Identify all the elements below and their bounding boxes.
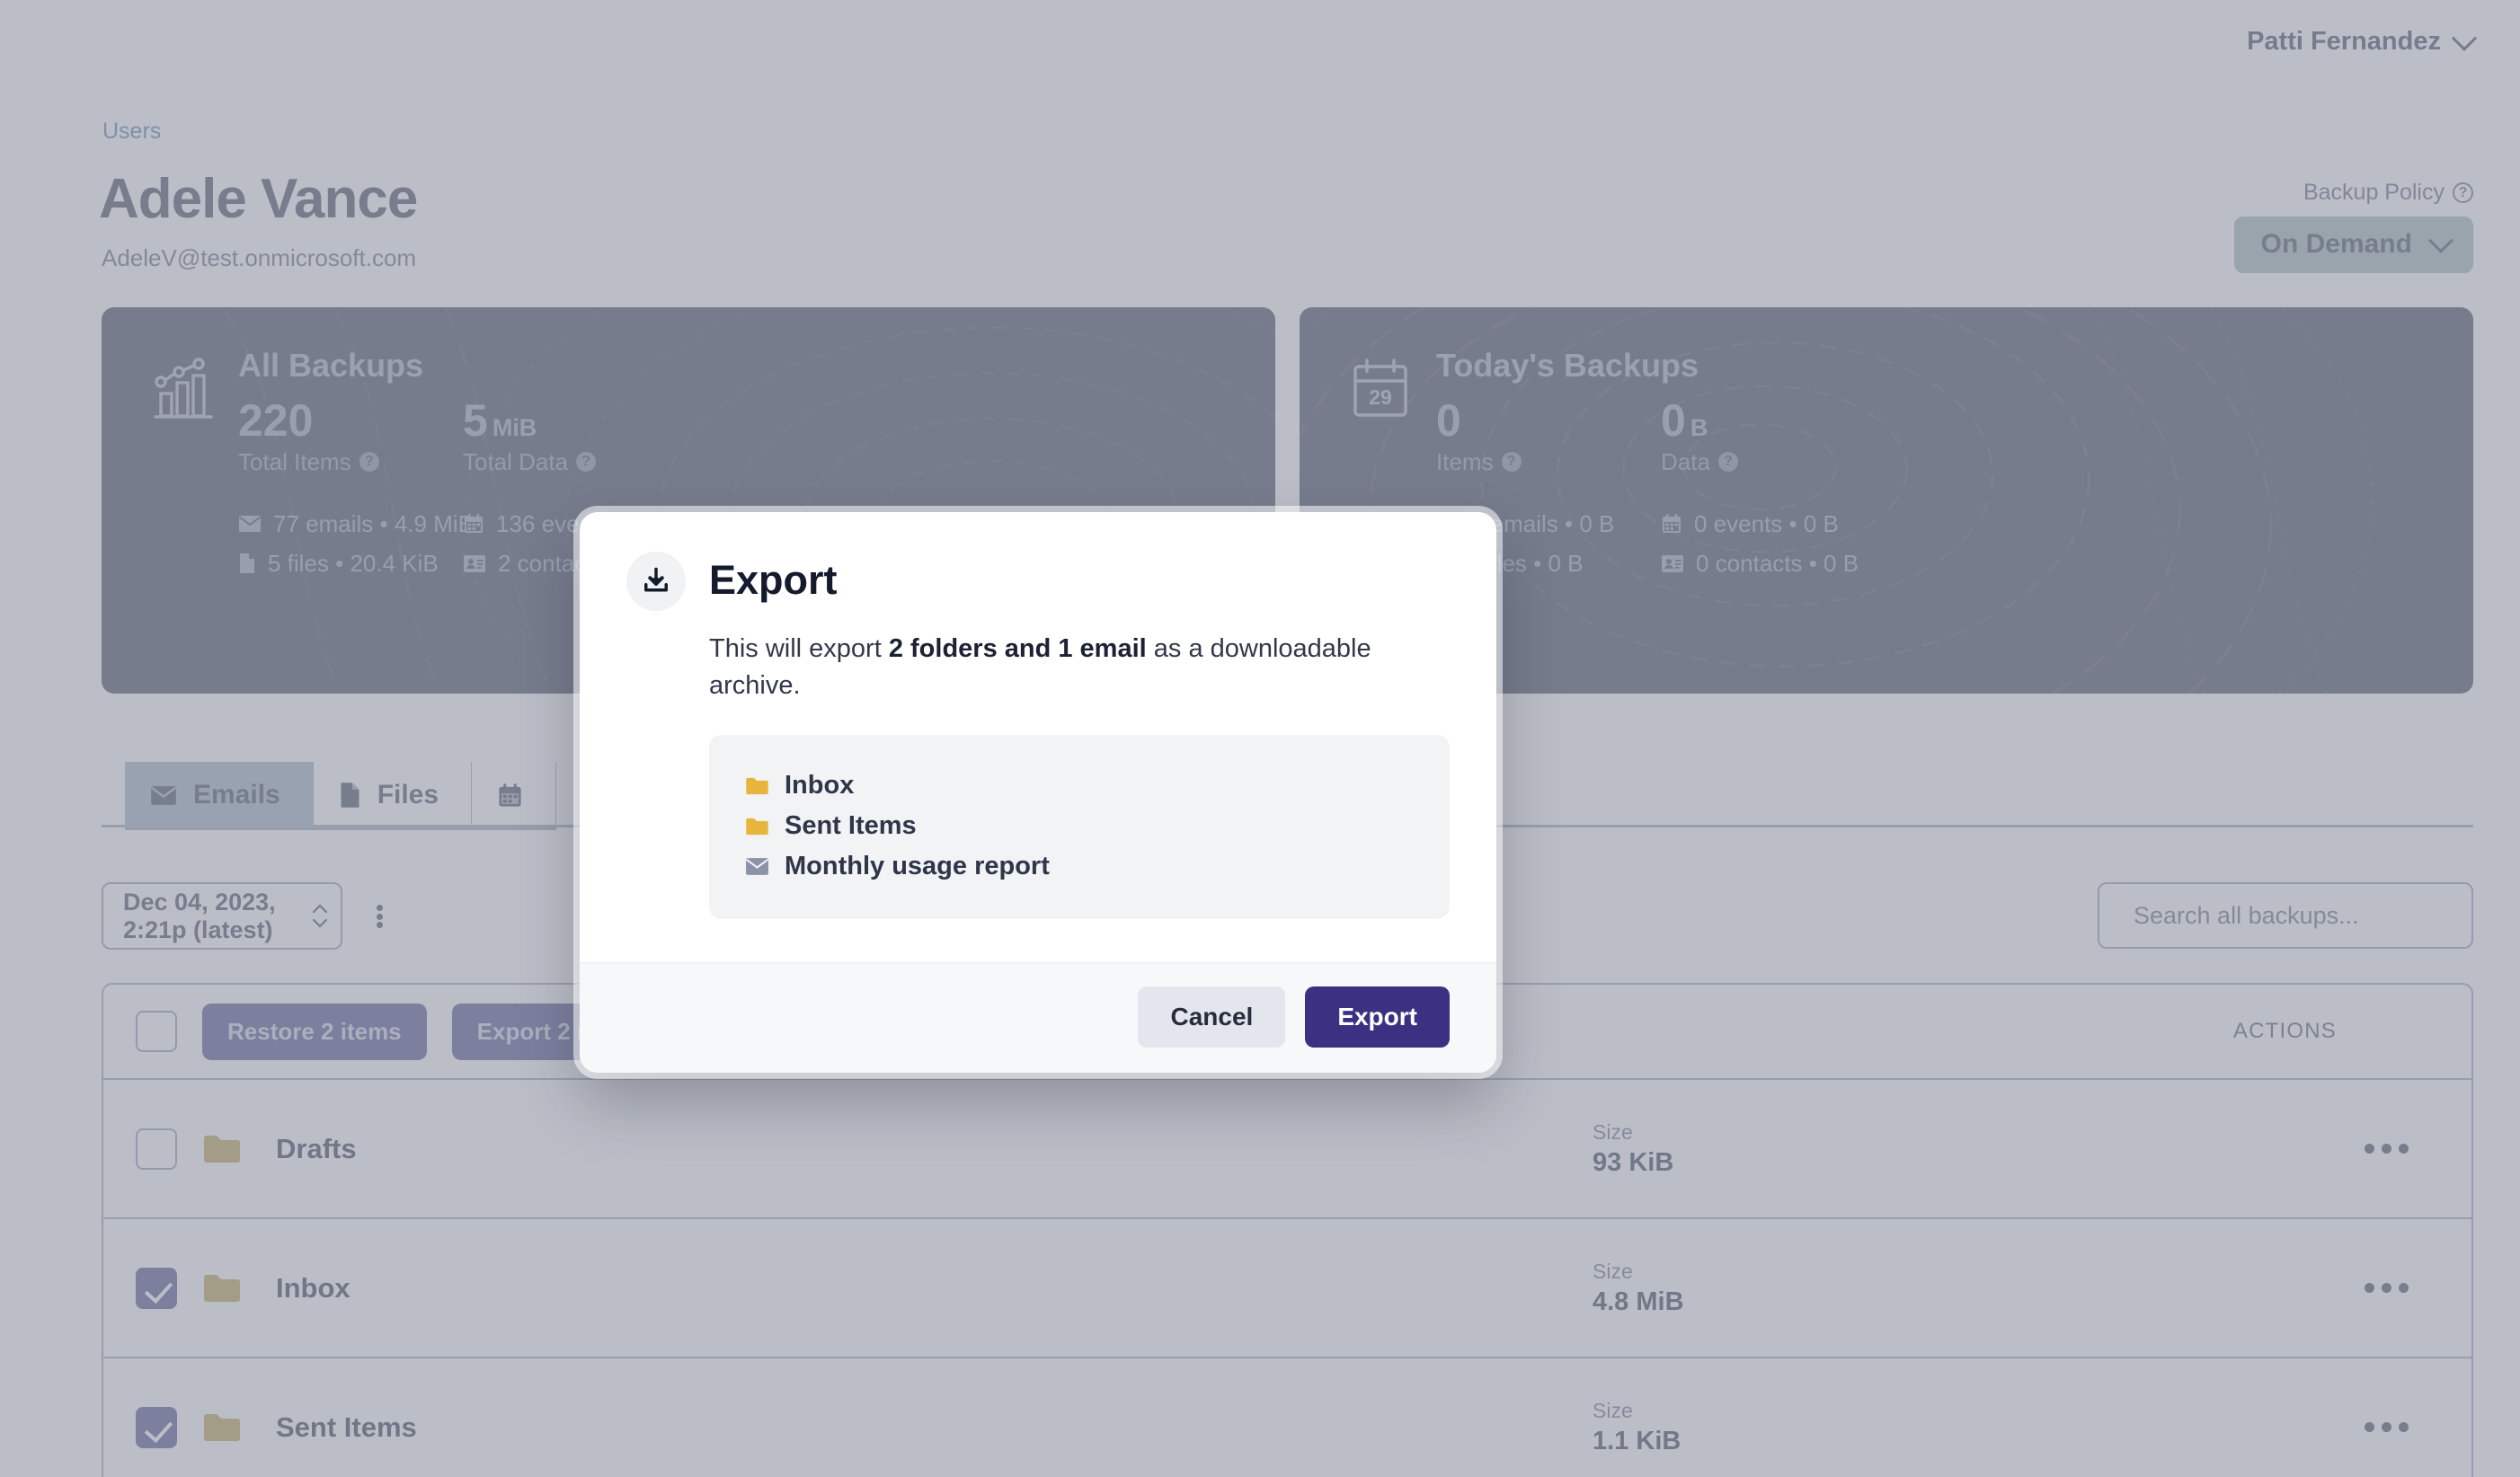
folder-icon (746, 818, 768, 836)
export-dialog-body: Export This will export 2 folders and 1 … (580, 512, 1496, 962)
cancel-button[interactable]: Cancel (1138, 986, 1286, 1048)
export-dialog-title: Export (709, 557, 838, 603)
list-item: Monthly usage report (745, 846, 1414, 887)
desc-count: 2 folders and 1 email (888, 634, 1147, 663)
list-item-label: Sent Items (785, 811, 917, 841)
folder-icon (746, 777, 768, 795)
list-item: Inbox (745, 765, 1414, 806)
export-dialog-description: This will export 2 folders and 1 email a… (709, 631, 1392, 704)
export-dialog: Export This will export 2 folders and 1 … (580, 512, 1496, 1074)
list-item-label: Monthly usage report (785, 852, 1050, 881)
export-button[interactable]: Export (1305, 986, 1450, 1048)
desc-before: This will export (709, 634, 889, 663)
export-dialog-header: Export (626, 552, 1450, 611)
envelope-icon (745, 858, 769, 876)
export-dialog-footer: Cancel Export (580, 962, 1496, 1074)
list-item: Sent Items (745, 806, 1414, 846)
download-icon (626, 552, 686, 611)
list-item-label: Inbox (785, 771, 855, 800)
export-items-list: Inbox Sent Items Monthly usage report (709, 735, 1450, 920)
